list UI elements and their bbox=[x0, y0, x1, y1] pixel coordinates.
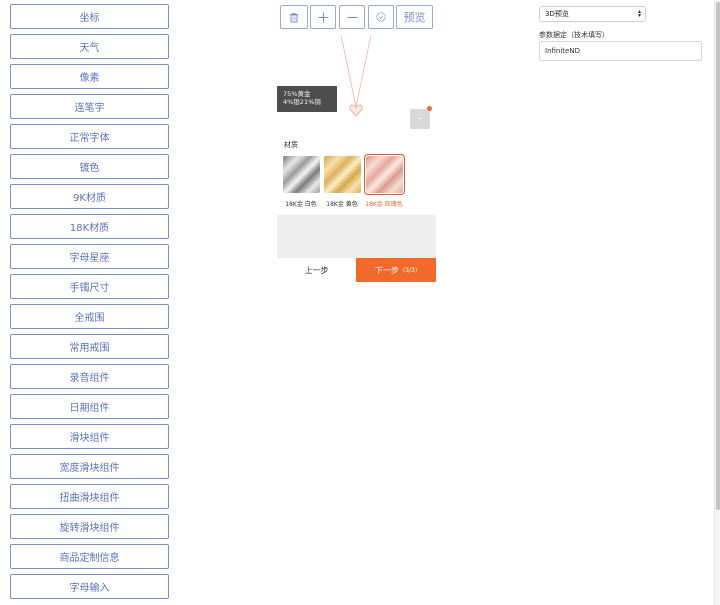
component-button[interactable]: 像素 bbox=[10, 64, 169, 89]
material-swatch[interactable] bbox=[283, 156, 320, 193]
next-step-button[interactable]: 下一步 (3/3) bbox=[356, 258, 436, 282]
component-button[interactable]: 手镯尺寸 bbox=[10, 274, 169, 299]
component-button[interactable]: 扭曲滑块组件 bbox=[10, 484, 169, 509]
plus-icon bbox=[318, 12, 328, 22]
preview-button[interactable]: 预览 bbox=[396, 5, 433, 29]
view-toggle-icon[interactable]: ▪▪ bbox=[410, 109, 430, 129]
view-mode-value: 3D预览 bbox=[545, 10, 569, 18]
component-button[interactable]: 字母星座 bbox=[10, 244, 169, 269]
component-button[interactable]: 9K材质 bbox=[10, 184, 169, 209]
prev-step-label: 上一步 bbox=[304, 265, 329, 275]
material-swatch-label: 18K金 玫瑰色 bbox=[365, 201, 403, 208]
material-swatch[interactable] bbox=[364, 154, 405, 195]
component-button[interactable]: 旋转滑块组件 bbox=[10, 514, 169, 539]
options-placeholder bbox=[277, 215, 436, 258]
component-button[interactable]: 商品定制信息 bbox=[10, 544, 169, 569]
minus-icon bbox=[347, 16, 357, 18]
component-button[interactable]: 坐标 bbox=[10, 4, 169, 29]
chevron-updown-icon: ▴ ▾ bbox=[637, 8, 641, 19]
component-button[interactable]: 字母输入 bbox=[10, 574, 169, 599]
component-button[interactable]: 18K材质 bbox=[10, 214, 169, 239]
component-button[interactable]: 全戒围 bbox=[10, 304, 169, 329]
component-button[interactable]: 常用戒围 bbox=[10, 334, 169, 359]
view-mode-select[interactable]: 3D预览 ▴ ▾ bbox=[539, 6, 646, 22]
component-button[interactable]: 镀色 bbox=[10, 154, 169, 179]
component-button[interactable]: 日期组件 bbox=[10, 394, 169, 419]
material-swatch[interactable] bbox=[324, 156, 361, 193]
alloy-composition-label: 75%黄金 4%银21%铜 bbox=[277, 86, 337, 112]
alloy-line-1: 75%黄金 bbox=[283, 90, 311, 98]
check-circle-icon bbox=[376, 12, 386, 22]
param-input-value: InfiniteND bbox=[545, 47, 580, 55]
add-button[interactable] bbox=[310, 5, 336, 29]
param-input[interactable]: InfiniteND bbox=[539, 41, 702, 61]
component-button[interactable]: 录音组件 bbox=[10, 364, 169, 389]
preview-button-label: 预览 bbox=[403, 12, 426, 24]
trash-icon bbox=[290, 12, 298, 22]
remove-button[interactable] bbox=[339, 5, 365, 29]
alloy-line-2: 4%银21%铜 bbox=[283, 98, 321, 106]
product-preview: 75%黄金 4%银21%铜 ▪▪ 材质 18K金 白色 18K金 黄色 18K金 玫… bbox=[277, 30, 436, 282]
component-button[interactable]: 连笔字 bbox=[10, 94, 169, 119]
component-button[interactable]: 天气 bbox=[10, 34, 169, 59]
component-button[interactable]: 宽度滑块组件 bbox=[10, 454, 169, 479]
scrollbar-thumb[interactable] bbox=[716, 2, 720, 510]
notification-dot bbox=[427, 106, 432, 111]
component-button[interactable]: 正常字体 bbox=[10, 124, 169, 149]
step-count: (3/3) bbox=[402, 266, 418, 274]
material-swatch-label: 18K金 黄色 bbox=[326, 201, 358, 208]
next-step-label: 下一步 bbox=[374, 265, 399, 275]
material-section-title: 材质 bbox=[284, 141, 298, 149]
material-swatch-label: 18K金 白色 bbox=[285, 201, 317, 208]
param-label: 参数据定（技术填写） bbox=[539, 31, 609, 39]
component-button[interactable]: 滑块组件 bbox=[10, 424, 169, 449]
confirm-button[interactable] bbox=[368, 5, 394, 29]
page-scrollbar[interactable] bbox=[714, 0, 720, 605]
prev-step-button[interactable]: 上一步 bbox=[277, 258, 356, 282]
delete-button[interactable] bbox=[280, 5, 308, 29]
